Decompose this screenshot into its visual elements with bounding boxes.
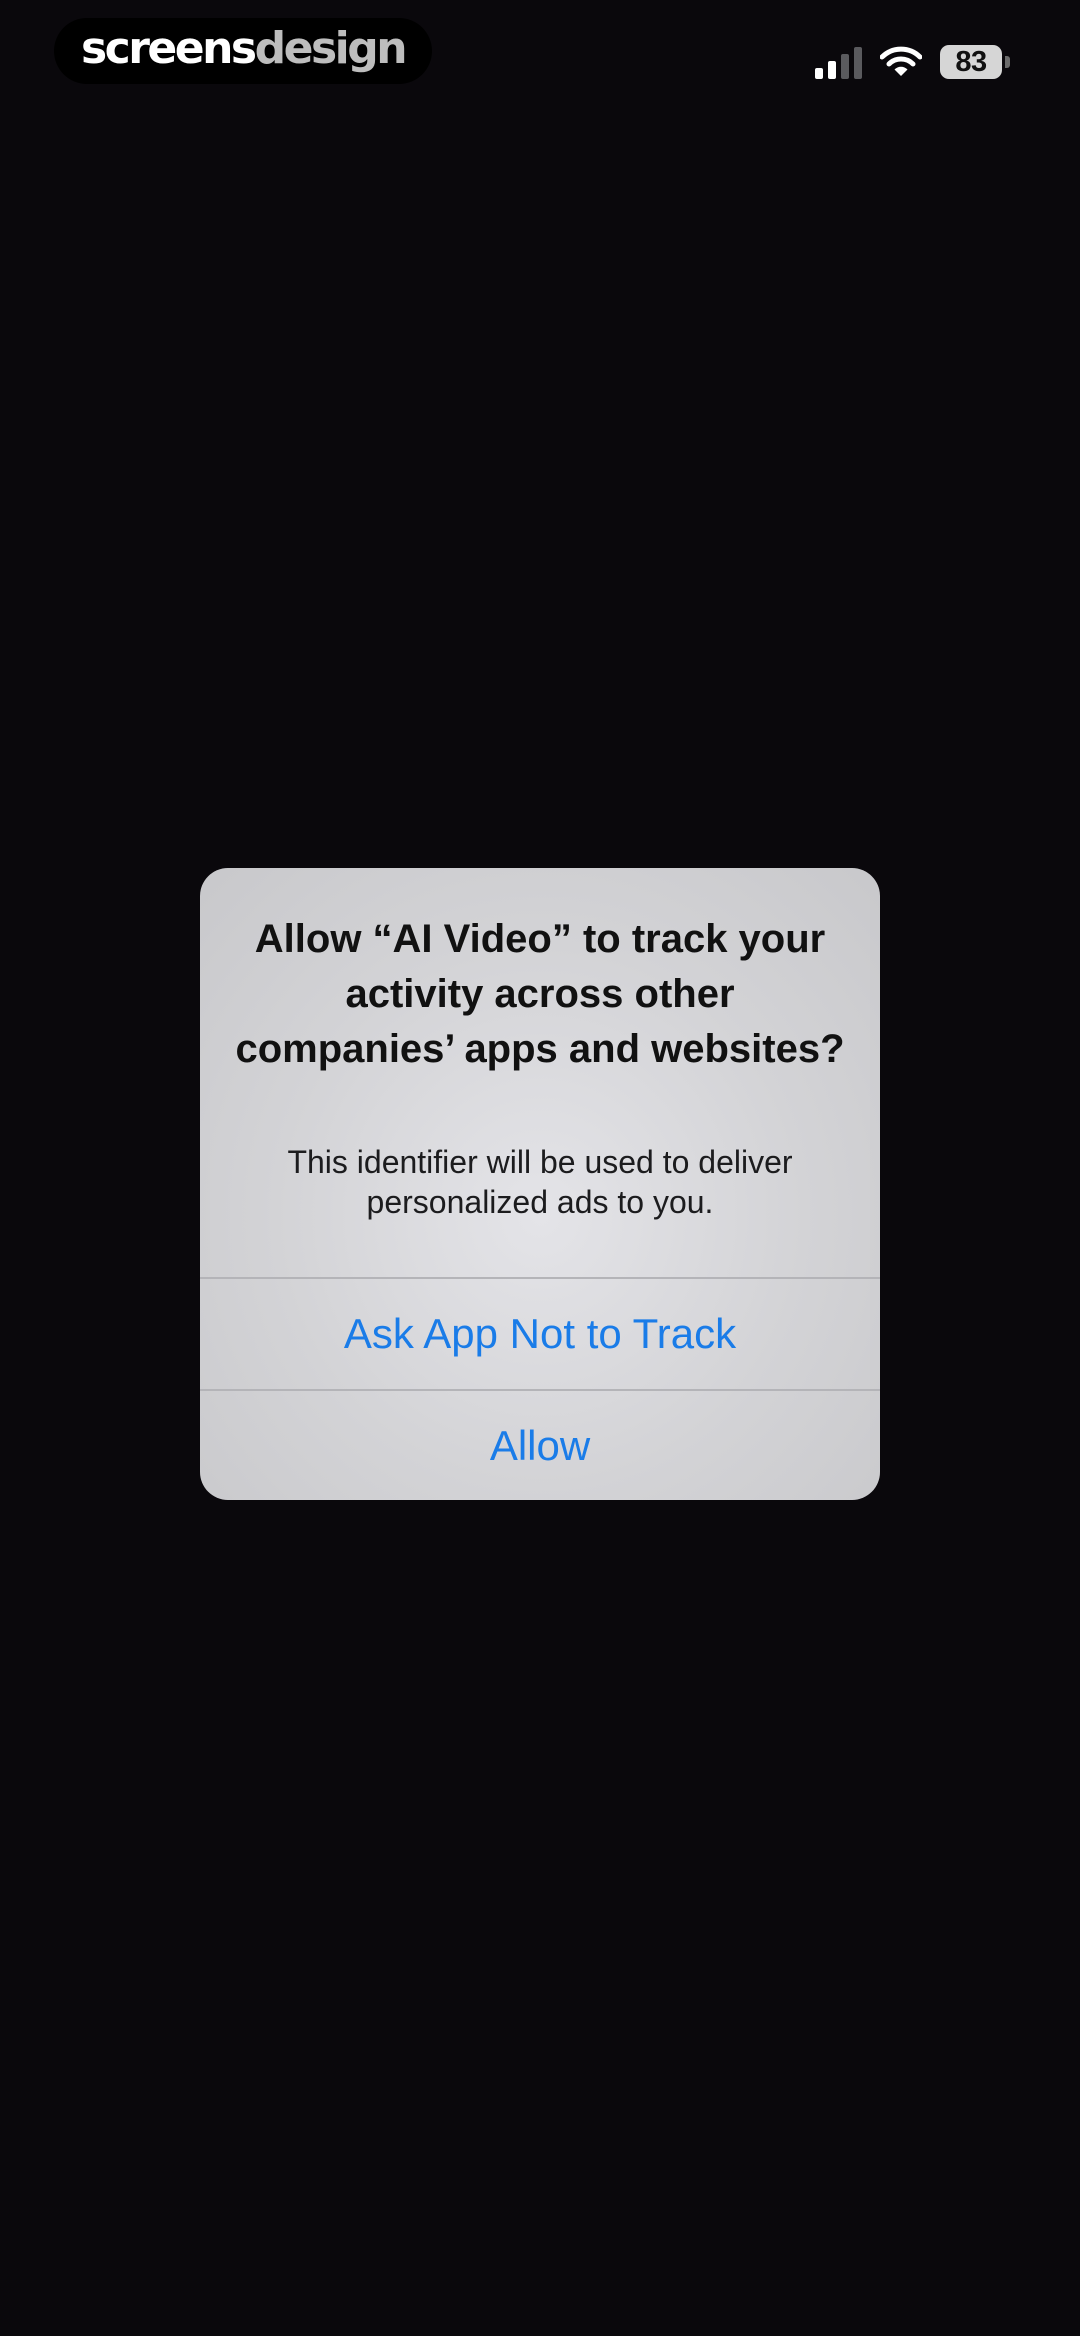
alert-content: Allow “AI Video” to track your activity … xyxy=(200,868,880,1277)
battery-cap xyxy=(1005,56,1010,68)
battery-level: 83 xyxy=(940,45,1002,79)
cellular-signal-icon xyxy=(815,45,862,79)
signal-bar-2 xyxy=(828,61,836,79)
alert-message: This identifier will be used to deliver … xyxy=(287,1144,793,1220)
tracking-permission-alert: Allow “AI Video” to track your activity … xyxy=(200,868,880,1500)
alert-title: Allow “AI Video” to track your activity … xyxy=(235,917,845,1071)
battery-icon: 83 xyxy=(940,45,1010,79)
signal-bar-3 xyxy=(841,54,849,79)
allow-button[interactable]: Allow xyxy=(200,1391,880,1500)
wifi-icon xyxy=(880,46,922,78)
watermark-text-design: design xyxy=(254,23,408,74)
status-bar: 83 xyxy=(815,38,1010,86)
watermark-badge: screensdesign xyxy=(54,18,432,84)
watermark-text-screens: screens xyxy=(80,23,257,74)
signal-bar-1 xyxy=(815,68,823,79)
watermark-logo: screensdesign xyxy=(81,27,408,71)
screen: screensdesign 83 Allow “AI Video” to tra… xyxy=(0,0,1080,2336)
signal-bar-4 xyxy=(854,47,862,79)
ask-app-not-to-track-button[interactable]: Ask App Not to Track xyxy=(200,1279,880,1389)
